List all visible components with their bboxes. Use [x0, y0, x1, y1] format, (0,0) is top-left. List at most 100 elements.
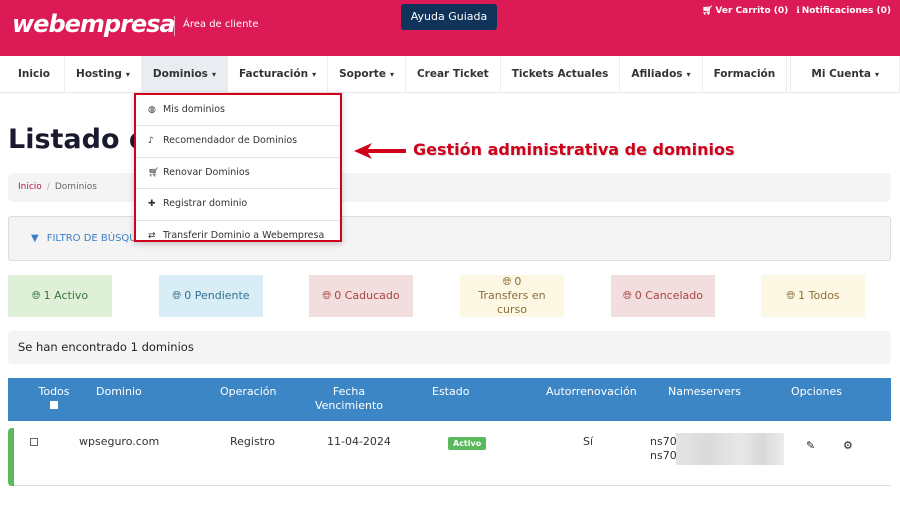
col-dominio[interactable]: Dominio	[96, 385, 142, 399]
nameserver-1: ns70	[650, 435, 677, 448]
annotation-arrow-icon	[354, 143, 406, 159]
status-label: 0 Pendiente	[184, 289, 250, 302]
caret-down-icon: ▾	[874, 70, 879, 79]
nav-item-afiliados[interactable]: Afiliados ▾	[620, 56, 703, 93]
table-row[interactable]: wpseguro.com Registro 11-04-2024 Activo …	[8, 428, 891, 486]
cart-icon: 🛒︎	[701, 6, 714, 16]
breadcrumb-current: Dominios	[54, 182, 97, 192]
edit-pencil-icon[interactable]: ✎	[806, 439, 815, 452]
status-label: 0 Transfers en curso	[478, 275, 546, 316]
menu-item-transferir[interactable]: ⇄ Transferir Dominio a Webempresa	[136, 221, 340, 252]
nav-label: Hosting	[76, 68, 122, 80]
domain-name[interactable]: wpseguro.com	[79, 435, 159, 448]
guided-help-button[interactable]: Ayuda Guiada	[401, 4, 497, 30]
globe-icon: ◍	[148, 105, 156, 115]
nav-label: Afiliados	[631, 68, 683, 80]
cart-label: Ver Carrito (0)	[715, 6, 789, 16]
plus-icon: ✚	[148, 199, 156, 210]
nav-item-mi-cuenta[interactable]: Mi Cuenta ▾	[791, 56, 900, 93]
nav-item-facturacion[interactable]: Facturación ▾	[228, 56, 329, 93]
col-todos: Todos	[36, 385, 72, 409]
globe-icon: 🌐︎	[622, 289, 632, 302]
nav-label: Inicio	[18, 68, 51, 80]
menu-item-recomendador[interactable]: ♪ Recomendador de Dominios	[136, 126, 340, 158]
nav-label: Mi Cuenta	[811, 68, 871, 80]
select-all-checkbox[interactable]	[50, 401, 58, 409]
row-checkbox[interactable]	[30, 438, 38, 446]
nav-label: Tickets Actuales	[511, 68, 609, 80]
status-label: 0 Cancelado	[634, 289, 704, 302]
status-label-with-icon: 🌐︎ 0 Transfers en curso	[476, 275, 548, 317]
menu-item-registrar[interactable]: ✚ Registrar dominio	[136, 189, 340, 221]
nav-label: Dominios	[152, 68, 208, 80]
status-box-pendiente[interactable]: 🌐︎ 0 Pendiente	[159, 275, 263, 317]
autorenew: Sí	[583, 435, 594, 448]
col-estado[interactable]: Estado	[432, 385, 469, 399]
globe-icon: 🌐︎	[172, 289, 182, 302]
breadcrumb-home[interactable]: Inicio	[18, 182, 42, 192]
row-select-cell	[30, 436, 38, 449]
status-box-caducado[interactable]: 🌐︎ 0 Caducado	[309, 275, 413, 317]
top-header: webempresa Área de cliente Ayuda Guiada …	[0, 0, 900, 56]
menu-item-renovar[interactable]: 🛒︎ Renovar Dominios	[136, 158, 340, 190]
exchange-icon: ⇄	[148, 230, 156, 241]
col-nameservers[interactable]: Nameservers	[668, 385, 741, 399]
redacted-nameservers	[676, 433, 784, 465]
menu-item-label: Registrar dominio	[163, 198, 248, 210]
status-box-activo[interactable]: 🌐︎ 1 Activo	[8, 275, 112, 317]
nameservers: ns70 ns70	[650, 435, 677, 463]
caret-down-icon: ▾	[312, 70, 317, 79]
nav-item-tickets-actuales[interactable]: Tickets Actuales	[501, 56, 621, 93]
globe-icon: 🌐︎	[31, 289, 41, 302]
col-opciones[interactable]: Opciones	[791, 385, 842, 399]
status-badge: Activo	[448, 437, 487, 450]
status-cell: Activo	[448, 436, 487, 450]
nav-label: Soporte	[339, 68, 386, 80]
nav-item-soporte[interactable]: Soporte ▾	[328, 56, 406, 93]
main-nav: Inicio Hosting ▾ Dominios ▾ Facturación ▾ S…	[0, 56, 900, 93]
col-label: Todos	[38, 385, 70, 398]
col-operacion[interactable]: Operación	[220, 385, 276, 399]
caret-down-icon: ▾	[686, 70, 691, 79]
menu-item-label: Mis dominios	[163, 104, 225, 115]
row-status-accent	[8, 428, 14, 486]
notifications-label: Notificaciones (0)	[801, 6, 891, 16]
operation: Registro	[230, 435, 276, 448]
area-cliente-label: Área de cliente	[183, 19, 259, 30]
status-box-todos[interactable]: 🌐︎ 1 Todos	[761, 275, 865, 317]
menu-item-mis-dominios[interactable]: ◍ Mis dominios	[136, 95, 340, 127]
info-icon: ℹ	[796, 6, 800, 16]
globe-icon: 🌐︎	[322, 289, 332, 302]
caret-down-icon: ▾	[211, 70, 216, 79]
view-cart-link[interactable]: 🛒︎ Ver Carrito (0)	[702, 6, 788, 16]
nav-item-crear-ticket[interactable]: Crear Ticket	[406, 56, 501, 93]
filter-icon: ▼	[31, 233, 39, 244]
annotation-label: Gestión administrativa de dominios	[413, 140, 735, 159]
status-box-transfers[interactable]: 🌐︎ 0 Transfers en curso	[460, 275, 564, 317]
webempresa-logo[interactable]: webempresa	[12, 10, 176, 38]
caret-down-icon: ▾	[125, 70, 130, 79]
globe-icon: 🌐︎	[786, 289, 796, 302]
cart-icon: 🛒︎	[148, 167, 160, 178]
nav-item-hosting[interactable]: Hosting ▾	[65, 56, 142, 93]
top-links: 🛒︎ Ver Carrito (0) ℹ Notificaciones (0)	[702, 6, 891, 16]
status-box-cancelado[interactable]: 🌐︎ 0 Cancelado	[611, 275, 715, 317]
dominios-dropdown-menu: ◍ Mis dominios ♪ Recomendador de Dominios …	[134, 93, 342, 242]
col-fecha-vencimiento[interactable]: Fecha Vencimiento	[314, 385, 384, 413]
status-label: 1 Todos	[798, 289, 840, 302]
nameserver-2: ns70	[650, 449, 677, 462]
caret-down-icon: ▾	[389, 70, 394, 79]
col-autorrenovacion[interactable]: Autorrenovación	[546, 385, 637, 399]
nav-item-dominios[interactable]: Dominios ▾	[141, 56, 228, 93]
nav-item-formacion[interactable]: Formación	[703, 56, 788, 93]
nav-label: Formación	[713, 68, 776, 80]
breadcrumb-separator: /	[46, 182, 50, 192]
notifications-link[interactable]: ℹ Notificaciones (0)	[796, 6, 891, 16]
status-label: 1 Activo	[43, 289, 89, 302]
nav-label: Facturación	[238, 68, 309, 80]
domains-table-header: Todos Dominio Operación Fecha Vencimient…	[8, 378, 891, 421]
nav-item-inicio[interactable]: Inicio	[0, 56, 66, 93]
expiry-date: 11-04-2024	[327, 435, 391, 448]
gear-icon[interactable]: ⚙	[843, 439, 853, 452]
results-count: Se han encontrado 1 dominios	[8, 331, 891, 364]
